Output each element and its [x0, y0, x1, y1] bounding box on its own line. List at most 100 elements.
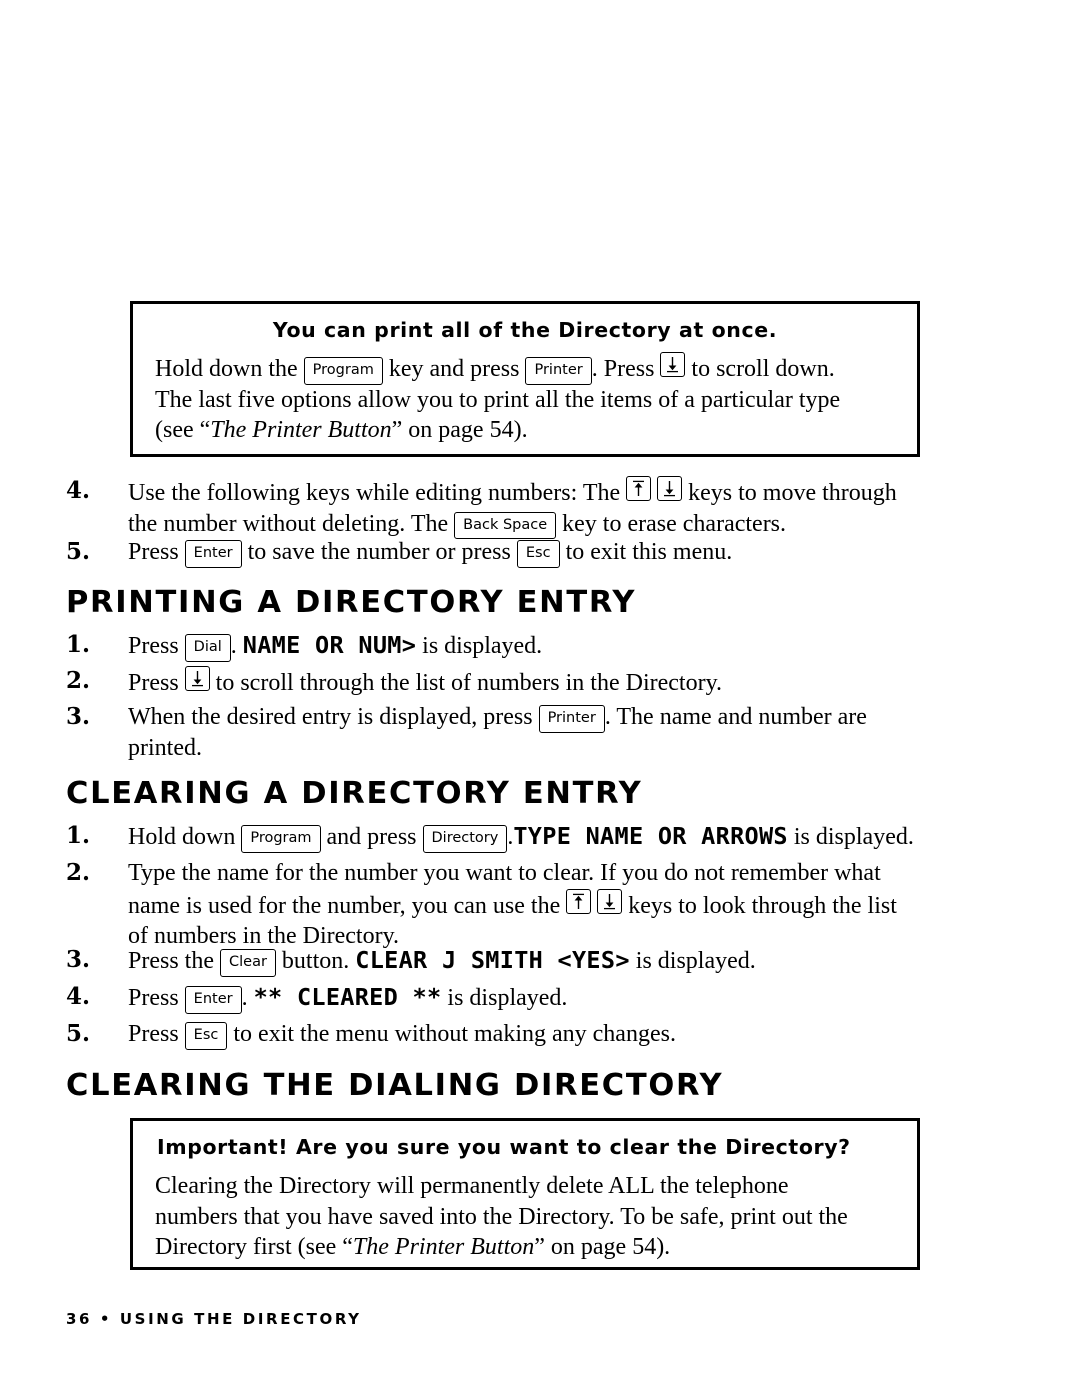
step-item: 3. Press the Clear button. CLEAR J SMITH… — [66, 945, 1046, 977]
step-number: 1. — [66, 822, 91, 849]
step-body: Press Enter. ** CLEARED ** is displayed. — [128, 982, 1046, 1014]
text: is displayed. — [635, 948, 756, 974]
text: keys to look through the list — [628, 892, 897, 919]
callout-print-all: You can print all of the Directory at on… — [130, 301, 920, 457]
text: is displayed. — [422, 633, 543, 659]
step-item: 4. Press Enter. ** CLEARED ** is display… — [66, 982, 1046, 1014]
manual-page: You can print all of the Directory at on… — [0, 0, 1080, 1397]
step-number: 4. — [66, 477, 91, 504]
key-clear[interactable]: Clear — [220, 949, 276, 977]
up-arrow-icon[interactable] — [626, 476, 652, 501]
step-item: 5. Press Enter to save the number or pre… — [66, 537, 1016, 568]
lcd-text: CLEAR J SMITH <YES> — [355, 946, 630, 974]
callout-important-title: Important! Are you sure you want to clea… — [157, 1135, 851, 1159]
key-dial[interactable]: Dial — [184, 634, 231, 662]
step-number: 3. — [66, 946, 91, 973]
callout-important-line3: Directory first (see “The Printer Button… — [155, 1232, 895, 1263]
step-body: When the desired entry is displayed, pre… — [128, 702, 1016, 763]
callout-print-all-line2: The last five options allow you to print… — [155, 386, 841, 413]
step-item: 2. Type the name for the number you want… — [66, 858, 1046, 952]
key-directory[interactable]: Directory — [422, 825, 508, 853]
text: ” on page 54). — [534, 1234, 671, 1261]
text: . — [241, 985, 248, 1011]
step-body: Use the following keys while editing num… — [128, 476, 1016, 540]
step-item: 1. Press Dial. NAME OR NUM> is displayed… — [66, 630, 1016, 662]
text: to scroll through the list of numbers in… — [215, 670, 723, 696]
step-item: 3. When the desired entry is displayed, … — [66, 702, 1016, 763]
heading-printing-a-directory-entry: PRINTING A DIRECTORY ENTRY — [66, 585, 637, 620]
step-body: Hold down Program and press Directory .TY… — [128, 821, 1046, 853]
text: Hold down the — [155, 356, 298, 382]
step-number: 2. — [66, 859, 91, 886]
key-printer[interactable]: Printer — [538, 705, 605, 733]
page-footer: 36 • USING THE DIRECTORY — [66, 1310, 362, 1328]
text: is displayed. — [793, 824, 914, 850]
lcd-text: TYPE NAME OR ARROWS — [513, 822, 788, 850]
text: to exit this menu. — [565, 539, 733, 565]
text: printed. — [128, 734, 202, 761]
callout-important-clear-directory: Important! Are you sure you want to clea… — [130, 1118, 920, 1270]
text: (see “ — [155, 417, 211, 444]
key-esc[interactable]: Esc — [184, 1022, 228, 1050]
step-item: 2. Press to scroll through the list of n… — [66, 666, 1016, 699]
callout-important-line1: Clearing the Directory will permanently … — [155, 1173, 789, 1199]
text: the number without deleting. The — [128, 510, 449, 537]
callout-print-all-line1: Hold down the Program key and press Prin… — [155, 352, 895, 385]
text: Directory first (see “ — [155, 1234, 353, 1261]
text: and press — [326, 824, 417, 850]
text: name is used for the number, you can use… — [128, 892, 561, 919]
text: is displayed. — [447, 985, 568, 1011]
key-enter[interactable]: Enter — [184, 540, 242, 568]
step-number: 5. — [66, 538, 91, 565]
callout-print-all-title: You can print all of the Directory at on… — [272, 318, 778, 342]
text: Use the following keys while editing num… — [128, 480, 621, 506]
step-body: Press the Clear button. CLEAR J SMITH <Y… — [128, 945, 1046, 977]
text: Press — [128, 539, 179, 565]
step-number: 3. — [66, 703, 91, 730]
text: When the desired entry is displayed, pre… — [128, 704, 533, 730]
callout-important-line2: numbers that you have saved into the Dir… — [155, 1203, 848, 1230]
text: Press — [128, 1021, 179, 1047]
text: to exit the menu without making any chan… — [233, 1021, 676, 1047]
text: Press the — [128, 948, 214, 974]
text: key and press — [388, 356, 520, 382]
step-number: 4. — [66, 983, 91, 1010]
key-program[interactable]: Program — [303, 357, 383, 385]
step-number: 5. — [66, 1020, 91, 1047]
step-body: Press Enter to save the number or press … — [128, 537, 1016, 568]
key-back-space[interactable]: Back Space — [454, 511, 557, 540]
down-arrow-icon[interactable] — [184, 666, 210, 691]
text: to scroll down. — [691, 356, 835, 382]
key-program[interactable]: Program — [241, 825, 321, 853]
step-number: 1. — [66, 631, 91, 658]
text: . — [230, 633, 237, 659]
key-enter[interactable]: Enter — [184, 986, 242, 1014]
step-item: 4. Use the following keys while editing … — [66, 476, 1016, 540]
step-number: 2. — [66, 667, 91, 694]
text: key to erase characters. — [562, 510, 787, 537]
text: . The name and number are — [604, 704, 867, 730]
text: ” on page 54). — [391, 417, 528, 444]
down-arrow-icon[interactable] — [660, 352, 686, 377]
key-printer[interactable]: Printer — [525, 357, 592, 385]
text: Press — [128, 633, 179, 659]
step-body: Press Esc to exit the menu without makin… — [128, 1019, 1046, 1050]
text: to save the number or press — [247, 539, 511, 565]
text: Press — [128, 670, 179, 696]
text: Press — [128, 985, 179, 1011]
step-item: 5. Press Esc to exit the menu without ma… — [66, 1019, 1046, 1050]
heading-clearing-the-dialing-directory: CLEARING THE DIALING DIRECTORY — [66, 1068, 724, 1103]
down-arrow-icon[interactable] — [597, 888, 623, 914]
step-item: 1. Hold down Program and press Directory… — [66, 821, 1046, 853]
key-esc[interactable]: Esc — [516, 540, 560, 568]
up-arrow-icon[interactable] — [566, 888, 592, 914]
heading-clearing-a-directory-entry: CLEARING A DIRECTORY ENTRY — [66, 776, 643, 811]
callout-print-all-line3: (see “The Printer Button” on page 54). — [155, 415, 895, 446]
step-body: Type the name for the number you want to… — [128, 858, 1046, 952]
text-italic: The Printer Button — [352, 1234, 535, 1261]
down-arrow-icon[interactable] — [657, 476, 683, 501]
text: Hold down — [128, 824, 236, 850]
text: Type the name for the number you want to… — [128, 860, 881, 886]
text: button. — [281, 948, 350, 974]
step-body: Press Dial. NAME OR NUM> is displayed. — [128, 630, 1016, 662]
